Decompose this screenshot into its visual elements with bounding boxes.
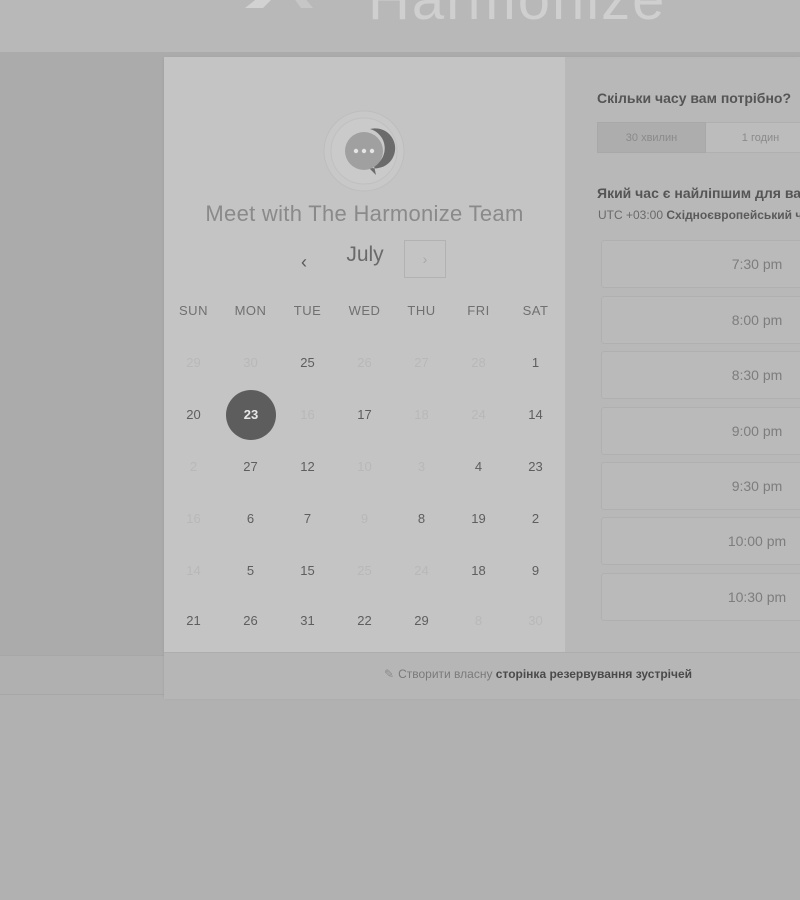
time-slot-label: 8:00 pm: [731, 312, 783, 328]
previous-month-button[interactable]: ‹: [286, 244, 322, 280]
footer-link-text: сторінка резервування зустрічей: [495, 667, 693, 681]
time-slot-label: 7:30 pm: [731, 256, 783, 272]
time-slot-label: 8:30 pm: [731, 367, 783, 383]
calendar-day: 2: [189, 459, 198, 474]
calendar-day: 24: [471, 407, 486, 422]
weekday-header: SUN MON TUE WED THU FRI SAT: [164, 303, 565, 323]
weekday-sun: SUN: [179, 303, 208, 318]
calendar-day: 10: [357, 459, 372, 474]
duration-tabs: 30 хвилин 1 годин: [597, 122, 800, 153]
calendar-day: 8: [474, 613, 483, 628]
calendar-day: 24: [414, 563, 429, 578]
calendar-day[interactable]: 14: [507, 407, 564, 422]
brand-wordmark: Harmonize: [368, 0, 666, 33]
sparkle-icon: ✎: [384, 667, 395, 681]
time-slot[interactable]: 7:30 pm: [601, 240, 800, 288]
time-slot[interactable]: 8:00 pm: [601, 296, 800, 344]
time-slot[interactable]: 10:00 pm: [601, 517, 800, 565]
calendar-day[interactable]: 2: [507, 511, 564, 526]
calendar-day[interactable]: 26: [222, 613, 279, 628]
duration-30-min-tab[interactable]: 30 хвилин: [597, 122, 706, 153]
calendar-day: 27: [414, 355, 429, 370]
calendar-day[interactable]: 17: [336, 407, 393, 422]
calendar-day[interactable]: 19: [450, 511, 507, 526]
booking-footer: ✎ Створити власну сторінка резервування з…: [164, 652, 800, 699]
calendar-day: 14: [186, 563, 201, 578]
calendar-day[interactable]: 9: [507, 563, 564, 578]
time-question: Який час є найліпшим для вас?: [597, 185, 800, 201]
timezone-name: Східноєвропейський час: [666, 208, 800, 222]
calendar-day[interactable]: 20: [165, 407, 222, 422]
calendar-day[interactable]: 4: [450, 459, 507, 474]
calendar-day[interactable]: 22: [336, 613, 393, 628]
time-slot-label: 10:00 pm: [727, 533, 787, 549]
calendar-day[interactable]: 15: [279, 563, 336, 578]
calendar-day: 29: [186, 355, 201, 370]
calendar-day: 18: [414, 407, 429, 422]
month-label: July: [346, 243, 384, 266]
calendar-day[interactable]: 8: [393, 511, 450, 526]
calendar-day[interactable]: 5: [222, 563, 279, 578]
calendar-day[interactable]: 23: [507, 459, 564, 474]
calendar-day: 3: [417, 459, 426, 474]
selected-day[interactable]: 23: [226, 390, 276, 440]
weekday-tue: TUE: [293, 303, 322, 318]
calendar-day: 26: [357, 355, 372, 370]
calendar-day: 28: [471, 355, 486, 370]
calendar-day[interactable]: 7: [279, 511, 336, 526]
calendar-day: 25: [357, 563, 372, 578]
calendar-day[interactable]: 27: [222, 459, 279, 474]
time-slot-label: 9:00 pm: [731, 423, 783, 439]
calendar-day: 30: [243, 355, 258, 370]
time-slot[interactable]: 8:30 pm: [601, 351, 800, 399]
weekday-fri: FRI: [467, 303, 490, 318]
calendar-day[interactable]: 6: [222, 511, 279, 526]
calendar-day[interactable]: 12: [279, 459, 336, 474]
calendar-day[interactable]: 31: [279, 613, 336, 628]
weekday-mon: MON: [234, 303, 267, 318]
calendar-day: 16: [300, 407, 315, 422]
duration-1-hour-tab[interactable]: 1 годин: [706, 122, 800, 153]
calendar-day: 30: [528, 613, 543, 628]
time-slot-label: 9:30 pm: [731, 478, 783, 494]
calendar-day[interactable]: 29: [393, 613, 450, 628]
calendar-day[interactable]: 21: [165, 613, 222, 628]
calendar-day: 16: [186, 511, 201, 526]
timezone-offset: UTC +03:00: [598, 208, 664, 222]
chat-bubble-icon: [323, 110, 405, 192]
harmonize-logo-icon: [245, 0, 313, 8]
weekday-wed: WED: [348, 303, 381, 318]
calendar-day[interactable]: 25: [279, 355, 336, 370]
timezone-label[interactable]: UTC +03:00 Східноєвропейський час: [598, 208, 800, 222]
weekday-sat: SAT: [522, 303, 549, 318]
footer-prefix: Створити власну: [398, 667, 493, 681]
calendar-day: 9: [360, 511, 369, 526]
weekday-thu: THU: [407, 303, 436, 318]
calendar-day[interactable]: 1: [507, 355, 564, 370]
create-booking-page-link[interactable]: ✎ Створити власну сторінка резервування з…: [384, 667, 692, 681]
header-band: Harmonize: [0, 0, 800, 53]
duration-question: Скільки часу вам потрібно?: [597, 90, 792, 106]
next-month-button[interactable]: ›: [404, 240, 446, 278]
time-slot-label: 10:30 pm: [727, 589, 787, 605]
time-slot[interactable]: 9:30 pm: [601, 462, 800, 510]
time-selection-panel: Скільки часу вам потрібно? 30 хвилин 1 г…: [565, 57, 800, 652]
time-slot[interactable]: 10:30 pm: [601, 573, 800, 621]
time-slot[interactable]: 9:00 pm: [601, 407, 800, 455]
calendar-day[interactable]: 18: [450, 563, 507, 578]
event-title: Meet with The Harmonize Team: [205, 201, 524, 226]
calendar-panel: Meet with The Harmonize Team ‹ July › SU…: [164, 57, 565, 652]
